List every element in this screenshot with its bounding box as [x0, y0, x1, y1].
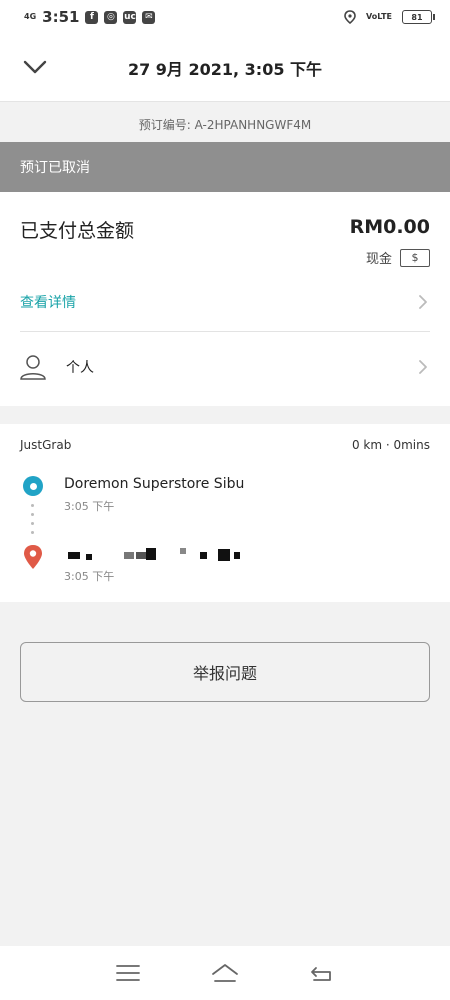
battery-level: 81: [411, 12, 423, 22]
person-icon: [20, 355, 46, 380]
status-bar: 4G 3:51 f ◎ uc ✉ VoLTE 81: [0, 0, 450, 34]
view-details-link[interactable]: 查看详情: [20, 292, 76, 312]
header: 27 9月 2021, 3:05 下午: [0, 34, 450, 102]
service-type: JustGrab: [20, 438, 72, 452]
back-icon[interactable]: [308, 962, 336, 984]
uc-icon: uc: [123, 10, 137, 24]
status-banner: 预订已取消: [0, 142, 450, 192]
profile-label: 个人: [66, 360, 94, 376]
battery-icon: 81: [402, 10, 435, 24]
network-indicator: 4G: [24, 13, 36, 21]
chevron-right-icon: [419, 294, 427, 309]
trip-card: JustGrab 0 km · 0mins Doremon Superstore…: [0, 424, 450, 602]
status-left: 4G 3:51 f ◎ uc ✉: [24, 8, 156, 26]
pickup-name: Doremon Superstore Sibu: [64, 476, 245, 492]
pickup-time: 3:05 下午: [64, 500, 115, 513]
home-icon[interactable]: [211, 962, 239, 984]
total-paid-label: 已支付总金额: [20, 220, 135, 242]
facebook-icon: f: [85, 10, 99, 24]
payment-method-label: 现金: [365, 252, 392, 267]
profile-row[interactable]: 个人: [20, 337, 430, 397]
mail-icon: ✉: [142, 10, 156, 24]
view-details-row[interactable]: 查看详情: [20, 272, 430, 332]
pickup-icon: [23, 476, 43, 496]
status-time: 3:51: [42, 8, 80, 26]
page-title: 27 9月 2021, 3:05 下午: [127, 59, 323, 79]
trip-summary: 0 km · 0mins: [351, 438, 430, 452]
payment-card: 已支付总金额 RM0.00 现金 $ 查看详情 个人: [0, 192, 450, 406]
dropoff-time: 3:05 下午: [64, 570, 115, 583]
status-right: VoLTE 81: [344, 10, 435, 24]
payment-method: 现金 $: [366, 248, 430, 267]
volte-indicator: VoLTE: [366, 12, 392, 21]
route-dots: [31, 504, 35, 544]
dropoff-pin-icon: [24, 545, 42, 569]
report-problem-button[interactable]: 举报问题: [20, 642, 430, 702]
total-paid-amount: RM0.00: [349, 216, 430, 238]
cash-icon: $: [400, 248, 430, 267]
chevron-down-icon[interactable]: [22, 54, 48, 80]
instagram-icon: ◎: [104, 10, 118, 24]
system-nav-bar: [0, 946, 450, 1000]
chevron-right-icon: [419, 360, 427, 374]
location-icon: [344, 10, 356, 24]
menu-icon[interactable]: [114, 962, 142, 984]
booking-code: 预订编号: A-2HPANHNGWF4M: [0, 106, 450, 142]
network-label: 4G: [24, 12, 37, 21]
redacted-address: [64, 548, 254, 562]
